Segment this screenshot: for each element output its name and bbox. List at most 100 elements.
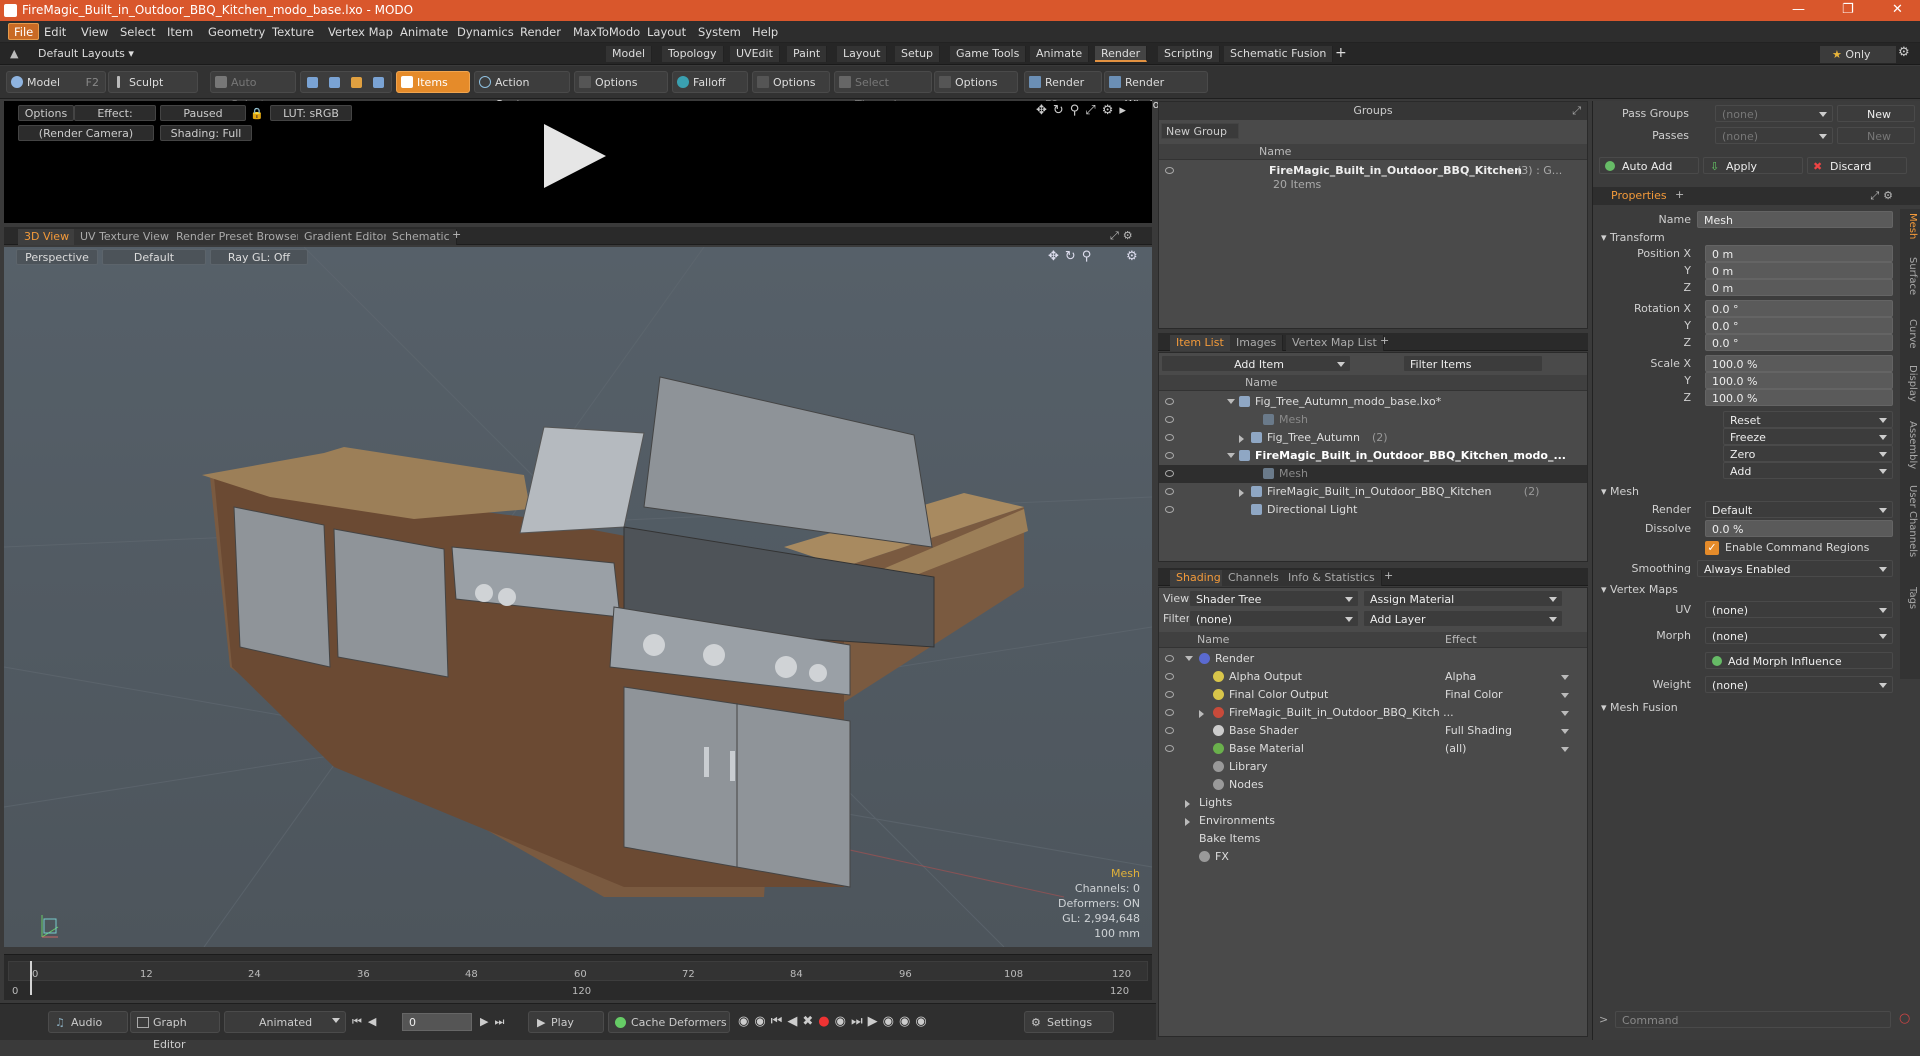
tab-topology[interactable]: Topology xyxy=(662,46,724,62)
tab-uvedit[interactable]: UVEdit xyxy=(730,46,780,62)
effect-dropdown-icon[interactable] xyxy=(1561,711,1569,716)
item-list-row[interactable]: Fig_Tree_Autumn_modo_base.lxo* xyxy=(1159,393,1587,411)
key-tools-icon[interactable]: ◉◉⏮◀✖●◉⏭▶◉◉◉ xyxy=(738,1014,932,1029)
layout-selector[interactable]: Default Layouts ▾ xyxy=(38,47,134,60)
close-icon[interactable]: ✕ xyxy=(1892,2,1903,17)
settings-button[interactable]: ⚙ Settings xyxy=(1024,1011,1114,1033)
add-view-tab-icon[interactable]: + xyxy=(452,228,461,241)
tab-properties[interactable]: Properties xyxy=(1611,189,1667,202)
shader-tree-row[interactable]: Lights xyxy=(1159,794,1587,812)
materials-icon[interactable] xyxy=(373,77,384,88)
render-dropdown[interactable]: Default xyxy=(1705,501,1893,518)
cache-deformers-button[interactable]: Cache Deformers xyxy=(608,1011,730,1033)
new-pass-button[interactable]: New xyxy=(1837,127,1915,144)
smoothing-dropdown[interactable]: Always Enabled xyxy=(1697,560,1893,577)
menu-item[interactable]: Item xyxy=(167,25,193,39)
add-layer-dropdown[interactable]: Add Layer xyxy=(1363,610,1563,627)
render-preview-tools-icon[interactable]: ✥↻⚲⤢⚙▸ xyxy=(1036,103,1132,118)
shader-tree-row[interactable]: Final Color Output Final Color xyxy=(1159,686,1587,704)
lut-dropdown[interactable]: LUT: sRGB xyxy=(270,105,352,121)
view-dropdown[interactable]: Shader Tree xyxy=(1189,590,1359,607)
effect-dropdown-icon[interactable] xyxy=(1561,729,1569,734)
menu-file[interactable]: File xyxy=(8,23,40,40)
shader-tree-row[interactable]: Render xyxy=(1159,650,1587,668)
bbq-kitchen-model[interactable] xyxy=(4,247,1152,947)
render-preview[interactable]: Options Effect: (Shadi... Paused 🔒 LUT: … xyxy=(4,101,1152,223)
tab-model[interactable]: Model xyxy=(606,46,653,62)
morph-dropdown[interactable]: (none) xyxy=(1705,627,1893,644)
apply-button[interactable]: ⇩ Apply xyxy=(1703,157,1803,174)
uv-dropdown[interactable]: (none) xyxy=(1705,601,1893,618)
menu-edit[interactable]: Edit xyxy=(44,25,66,39)
minimize-icon[interactable]: — xyxy=(1792,2,1805,17)
action-center-button[interactable]: Action Center xyxy=(474,71,570,111)
item-list-row[interactable]: FireMagic_Built_in_Outdoor_BBQ_Kitchen_m… xyxy=(1159,447,1587,465)
visibility-eye-icon[interactable] xyxy=(1165,691,1174,698)
visibility-eye-icon[interactable] xyxy=(1165,655,1174,662)
menu-view[interactable]: View xyxy=(81,25,108,39)
falloff-button[interactable]: Falloff xyxy=(672,71,748,93)
add-tab-icon[interactable]: + xyxy=(1335,45,1347,61)
add-dropdown[interactable]: Add xyxy=(1723,462,1893,479)
scale-z-input[interactable]: 100.0 % xyxy=(1705,389,1893,406)
add-item-tab-icon[interactable]: + xyxy=(1380,334,1389,347)
skip-forward-icon[interactable]: ▶⏭ xyxy=(480,1015,510,1029)
auto-add-button[interactable]: Auto Add xyxy=(1599,157,1699,174)
auto-select-button[interactable]: Auto Select xyxy=(210,71,296,111)
menu-dynamics[interactable]: Dynamics xyxy=(457,25,514,39)
shader-effect[interactable]: Full Shading xyxy=(1445,722,1575,740)
stop-icon[interactable]: ○ xyxy=(1899,1011,1910,1026)
passes-dropdown[interactable]: (none) xyxy=(1715,127,1833,144)
play-icon[interactable] xyxy=(544,124,606,188)
shader-tree-row[interactable]: Library xyxy=(1159,758,1587,776)
item-list-row[interactable]: FireMagic_Built_in_Outdoor_BBQ_Kitchen (2… xyxy=(1159,483,1587,501)
reset-dropdown[interactable]: Reset xyxy=(1723,411,1893,428)
mesh-section[interactable]: ▾ Mesh xyxy=(1601,485,1639,498)
view-tab-tools-icon[interactable]: ⤢⚙ xyxy=(1110,229,1137,243)
visibility-eye-icon[interactable] xyxy=(1165,488,1174,495)
item-list-row[interactable]: Directional Light xyxy=(1159,501,1587,519)
paused-button[interactable]: Paused xyxy=(160,105,246,121)
collapse-arrow-icon[interactable] xyxy=(1227,453,1235,458)
expand-arrow-icon[interactable] xyxy=(1239,435,1244,443)
add-props-tab-icon[interactable]: + xyxy=(1675,188,1684,201)
tab-game-tools[interactable]: Game Tools xyxy=(950,46,1027,62)
tab-info-statistics[interactable]: Info & Statistics xyxy=(1282,570,1382,586)
sculpt-button[interactable]: Sculpt xyxy=(108,71,198,93)
tab-schematic-fusion[interactable]: Schematic Fusion xyxy=(1224,46,1334,62)
side-tab-curve[interactable]: Curve xyxy=(1902,319,1918,349)
transform-section[interactable]: ▾ Transform xyxy=(1601,231,1665,244)
tab-images[interactable]: Images xyxy=(1230,335,1284,351)
falloff-options-button[interactable]: Options xyxy=(752,71,830,93)
scale-x-input[interactable]: 100.0 % xyxy=(1705,355,1893,372)
discard-button[interactable]: ✖ Discard xyxy=(1807,157,1907,174)
enable-command-regions-checkbox[interactable]: ✓ xyxy=(1705,541,1719,555)
props-tools-icon[interactable]: ⤢⚙ xyxy=(1870,189,1897,203)
items-button[interactable]: Items xyxy=(396,71,470,93)
dissolve-input[interactable]: 0.0 % xyxy=(1705,520,1893,537)
new-group-button[interactable]: New Group xyxy=(1161,123,1239,139)
tab-render[interactable]: Render xyxy=(1095,46,1148,62)
expand-arrow-icon[interactable] xyxy=(1185,818,1190,826)
only-toggle[interactable]: ★ Only xyxy=(1820,46,1896,63)
3d-viewport[interactable]: Perspective Default Ray GL: Off ✥↻⚲ ⚙ Me… xyxy=(4,247,1152,947)
tab-channels[interactable]: Channels xyxy=(1222,570,1286,586)
pass-groups-dropdown[interactable]: (none) xyxy=(1715,105,1833,122)
side-tab-mesh[interactable]: Mesh xyxy=(1902,213,1918,239)
tab-animate[interactable]: Animate xyxy=(1030,46,1090,62)
render-window-button[interactable]: Render Window xyxy=(1104,71,1208,111)
restore-icon[interactable]: ❐ xyxy=(1842,2,1854,17)
play-button[interactable]: ▶ Play xyxy=(528,1011,604,1033)
add-item-dropdown[interactable]: Add Item xyxy=(1161,355,1351,372)
tab-layout[interactable]: Layout xyxy=(837,46,888,62)
effect-dropdown-icon[interactable] xyxy=(1561,693,1569,698)
add-morph-influence-button[interactable]: Add Morph Influence xyxy=(1705,652,1893,669)
tab-vertex-map-list[interactable]: Vertex Map List xyxy=(1286,335,1384,351)
item-list-row[interactable]: Mesh xyxy=(1159,411,1587,429)
tab-scripting[interactable]: Scripting xyxy=(1158,46,1220,62)
tab-schematic[interactable]: Schematic xyxy=(386,229,457,245)
shader-tree-row[interactable]: FireMagic_Built_in_Outdoor_BBQ_Kitch ... xyxy=(1159,704,1587,722)
item-list-row[interactable]: Fig_Tree_Autumn (2) xyxy=(1159,429,1587,447)
tab-gradient-editor[interactable]: Gradient Editor xyxy=(298,229,395,245)
name-input[interactable]: Mesh xyxy=(1697,211,1893,228)
